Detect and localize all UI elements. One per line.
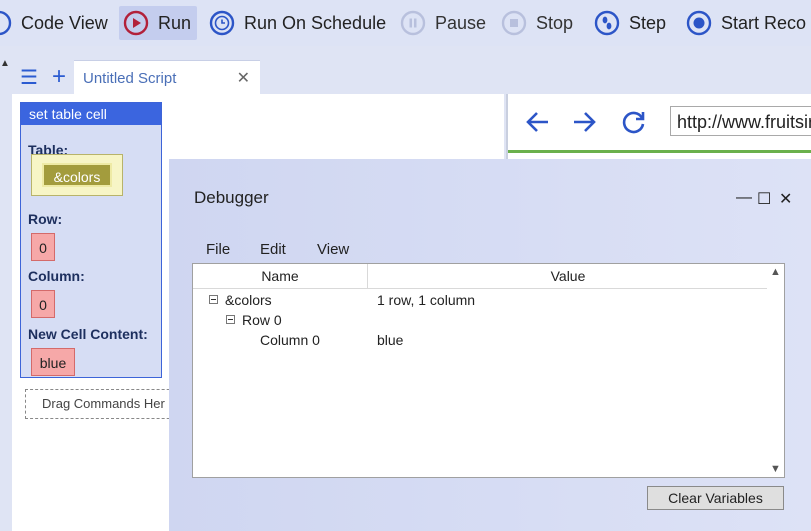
run-button[interactable]: Run [119, 6, 198, 40]
step-label: Step [629, 12, 667, 33]
variables-grid[interactable]: Name Value &colors 1 row, 1 column Row 0… [192, 263, 785, 478]
run-label: Run [158, 12, 192, 33]
table-variable-slot[interactable]: &colors [31, 154, 123, 196]
url-input[interactable]: http://www.fruitsir [670, 106, 811, 136]
clock-icon [209, 10, 235, 36]
clear-variables-button[interactable]: Clear Variables [647, 486, 784, 510]
table-row[interactable]: Row 0 [193, 310, 768, 330]
debugger-window: Debugger — ☐ ✕ File Edit View Name Value… [169, 159, 811, 531]
pause-label: Pause [435, 12, 487, 33]
record-icon [686, 10, 712, 36]
maximize-icon[interactable]: ☐ [757, 189, 771, 209]
new-cell-content-label: New Cell Content: [28, 326, 148, 342]
row-name: &colors [225, 292, 272, 308]
close-icon[interactable]: ✕ [237, 68, 250, 88]
step-button[interactable]: Step [594, 6, 666, 40]
row-label: Row: [28, 211, 63, 227]
run-on-schedule-label: Run On Schedule [244, 12, 387, 33]
stop-icon [501, 10, 527, 36]
plus-icon: + [51, 63, 66, 90]
stop-button[interactable]: Stop [501, 6, 573, 40]
run-on-schedule-button[interactable]: Run On Schedule [209, 6, 386, 40]
row-value-field[interactable]: 0 [31, 233, 55, 261]
menu-edit[interactable]: Edit [260, 241, 286, 258]
collapse-icon[interactable] [226, 315, 235, 324]
pause-icon [400, 10, 426, 36]
main-toolbar: Code View Run Run On Schedule Pause Stop… [0, 0, 811, 46]
code-view-label: Code View [21, 12, 108, 33]
table-variable-chip[interactable]: &colors [42, 163, 112, 187]
script-tab-bar: ☰ + Untitled Script ✕ [12, 60, 810, 95]
tab-label: Untitled Script [83, 69, 177, 87]
row-name: Row 0 [242, 312, 282, 328]
minimize-icon[interactable]: — [736, 189, 752, 207]
row-name: Column 0 [260, 332, 320, 348]
column-header-name[interactable]: Name [193, 264, 368, 288]
command-title: set table cell [21, 103, 161, 125]
back-arrow-icon[interactable] [524, 108, 552, 136]
hamburger-menu-icon: ☰ [20, 66, 38, 89]
table-row[interactable]: &colors 1 row, 1 column [193, 290, 768, 310]
column-value-field[interactable]: 0 [31, 290, 55, 318]
column-label: Column: [28, 268, 85, 284]
scroll-up-icon[interactable]: ▲ [770, 266, 781, 278]
debugger-title: Debugger [194, 188, 269, 207]
forward-arrow-icon[interactable] [570, 108, 598, 136]
collapse-icon[interactable] [209, 295, 218, 304]
code-view-button[interactable]: Code View [0, 6, 108, 40]
pause-button[interactable]: Pause [400, 6, 486, 40]
stop-label: Stop [536, 12, 574, 33]
row-value: 1 row, 1 column [377, 292, 476, 308]
grid-header: Name Value [193, 264, 768, 289]
row-value: blue [377, 332, 404, 348]
play-icon [123, 10, 149, 36]
scroll-down-icon[interactable]: ▼ [770, 463, 781, 475]
footstep-icon [594, 10, 620, 36]
page-load-bar [508, 150, 811, 153]
tab-untitled-script[interactable]: Untitled Script ✕ [74, 60, 260, 95]
start-recording-label: Start Reco [721, 12, 807, 33]
add-tab-button[interactable]: + [44, 60, 74, 94]
close-icon[interactable]: ✕ [779, 189, 792, 209]
tab-menu-button[interactable]: ☰ [14, 60, 44, 94]
menu-view[interactable]: View [317, 241, 349, 258]
refresh-icon[interactable] [620, 108, 648, 136]
left-scroll-strip[interactable]: ▲ [0, 46, 10, 531]
column-header-value[interactable]: Value [368, 264, 768, 288]
code-view-icon [0, 10, 12, 36]
grid-scrollbar[interactable]: ▲ ▼ [767, 264, 784, 477]
set-table-cell-command[interactable]: set table cell Table: &colors Row: 0 Col… [20, 102, 162, 378]
table-row[interactable]: Column 0 blue [193, 330, 768, 350]
start-recording-button[interactable]: Start Reco [686, 6, 806, 40]
menu-file[interactable]: File [206, 241, 230, 258]
scroll-up-arrow-icon[interactable]: ▲ [0, 58, 10, 69]
new-cell-content-field[interactable]: blue [31, 348, 75, 376]
